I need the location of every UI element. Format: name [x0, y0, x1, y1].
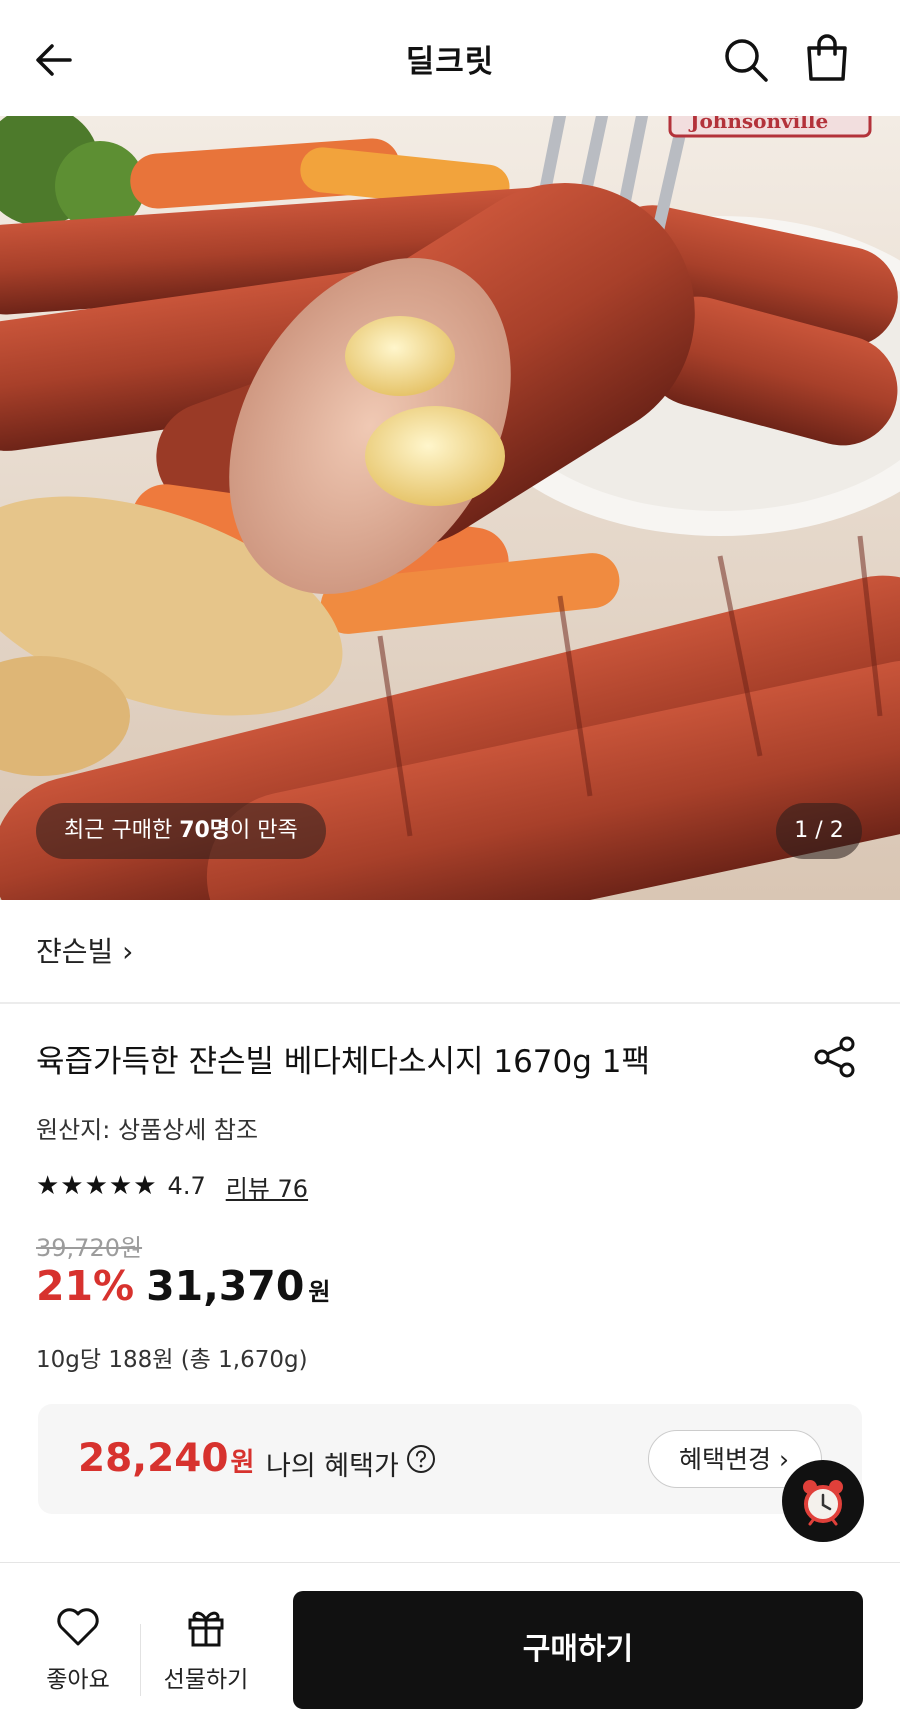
search-icon[interactable]	[720, 34, 772, 86]
product-photo: Johnsonville	[0, 116, 900, 900]
like-button[interactable]: 좋아요	[36, 1606, 120, 1694]
review-count-link[interactable]: 리뷰 76	[226, 1169, 308, 1204]
bottom-bar-divider	[0, 1562, 900, 1563]
like-label: 좋아요	[46, 1667, 110, 1693]
alarm-clock-icon	[803, 1480, 843, 1526]
heart-icon	[57, 1608, 99, 1646]
rating-score: 4.7	[167, 1172, 206, 1200]
star-rating-icon: ★★★★★	[36, 1171, 158, 1201]
satisfaction-badge: 최근 구매한 70명이 만족	[36, 803, 326, 859]
section-divider	[0, 1002, 900, 1004]
rating-row: ★★★★★ 4.7 리뷰 76	[36, 1168, 308, 1204]
sale-price: 31,370	[146, 1262, 305, 1310]
discount-rate: 21%	[36, 1262, 135, 1310]
gift-label: 선물하기	[163, 1667, 249, 1693]
benefit-price: 28,240원	[78, 1436, 255, 1481]
origin-info: 원산지: 상품상세 참조	[36, 1116, 259, 1144]
original-price: 39,720원	[36, 1234, 143, 1262]
buy-button[interactable]: 구매하기	[293, 1591, 863, 1709]
bottom-bar-separator	[140, 1624, 141, 1696]
unit-price: 10g당 188원 (총 1,670g)	[36, 1347, 308, 1373]
share-icon[interactable]	[812, 1034, 858, 1080]
product-title: 육즙가득한 쟌슨빌 베다체다소시지 1670g 1팩	[36, 1044, 651, 1080]
price-row: 21% 31,370 원	[36, 1262, 330, 1310]
benefit-label: 나의 혜택가	[266, 1451, 399, 1482]
product-image-carousel[interactable]: Johnsonville 최근 구매한 70명이 만족 1 / 2	[0, 116, 900, 900]
shopping-bag-icon[interactable]	[800, 32, 854, 86]
benefit-price-box: 28,240원 나의 혜택가 혜택변경 ›	[38, 1404, 862, 1514]
top-app-bar: 딜크릿	[0, 0, 900, 116]
alarm-clock-button[interactable]	[782, 1460, 864, 1542]
gift-icon	[188, 1611, 224, 1647]
help-question-icon[interactable]	[406, 1444, 436, 1474]
brand-link[interactable]: 쟌슨빌 ›	[36, 930, 133, 970]
package-logo-text: Johnsonville	[688, 116, 828, 133]
gift-button[interactable]: 선물하기	[156, 1606, 256, 1694]
image-pager-indicator: 1 / 2	[776, 803, 862, 859]
sale-price-unit: 원	[308, 1278, 331, 1306]
